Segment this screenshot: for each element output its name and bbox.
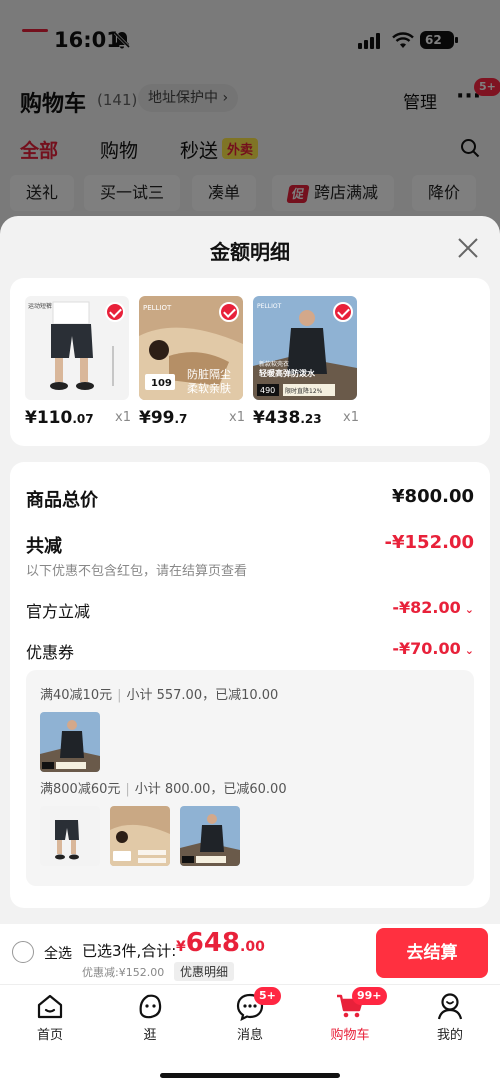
total-symbol: ¥ xyxy=(176,939,186,955)
price-int: ¥438 xyxy=(253,408,301,428)
coupon-breakdown: 满40减10元 | 小计 557.00，已减10.00 满800减60元 | 小计 80… xyxy=(26,670,474,886)
product-thumbnail-bedding: PELLIOT 109 防脏隔尘 柔软亲肤 xyxy=(139,296,243,400)
checkout-bar: 全选 已选3件,合计: ¥648.00 优惠减:¥152.00 优惠明细 去结算 xyxy=(0,924,500,984)
tabbar-label: 消息 xyxy=(236,1028,263,1043)
coupon-product-thumbnail-bedding xyxy=(110,806,170,866)
price-int: ¥110 xyxy=(25,408,73,428)
tabbar-messages[interactable]: 消息 5+ xyxy=(220,987,281,1043)
total-dec: .00 xyxy=(240,939,265,955)
product-price: ¥99.7 xyxy=(139,408,187,428)
price-dec: .7 xyxy=(174,412,188,426)
p2-promo: 109 xyxy=(151,378,172,389)
selected-check-icon xyxy=(333,302,353,322)
price-int: ¥99 xyxy=(139,408,175,428)
tabbar-browse[interactable]: 逛 xyxy=(120,991,180,1043)
tabbar-label: 购物车 xyxy=(330,1028,370,1043)
product-price: ¥438.23 xyxy=(253,408,322,428)
official-discount-row[interactable]: 官方立减 -¥82.00 ⌄ xyxy=(26,598,474,622)
official-discount-label: 官方立减 xyxy=(26,602,91,621)
goods-total-value: ¥800.00 xyxy=(392,486,474,507)
coupon-rule-text: 满40减10元 xyxy=(40,688,113,703)
product-quantity: x1 xyxy=(343,410,359,425)
product-thumbnail-shorts: 运动短裤 xyxy=(25,296,129,400)
reduction-hint: 以下优惠不包含红包，请在结算页查看 xyxy=(26,564,248,579)
product-thumbnail-jacket: PELLIOT 新款软壳衣 轻暖高弹防泼水 490 限时直降12% xyxy=(253,296,357,400)
p3-line2: 轻暖高弹防泼水 xyxy=(259,368,316,378)
tabbar-profile[interactable]: 我的 xyxy=(420,991,480,1043)
select-all-label[interactable]: 全选 xyxy=(44,943,72,963)
total-reduction-label: 共减 xyxy=(26,536,62,557)
goods-total-row: 商品总价 ¥800.00 xyxy=(26,486,474,512)
chevron-down-icon: ⌄ xyxy=(464,644,474,657)
tabbar-cart[interactable]: 购物车 99+ xyxy=(320,987,387,1043)
profile-icon xyxy=(437,993,463,1020)
p3-note: 限时直降12% xyxy=(285,387,323,395)
product-item[interactable]: PELLIOT 新款软壳衣 轻暖高弹防泼水 490 限时直降12% ¥438.2… xyxy=(253,296,368,428)
product-item[interactable]: 运动短裤 ¥110.07 x1 xyxy=(25,296,140,428)
coupon-product-thumbnail-jacket xyxy=(40,712,100,772)
p3-brand: PELLIOT xyxy=(257,303,282,310)
total-reduction-row: 共减 -¥152.00 xyxy=(26,532,474,558)
tabbar-label: 首页 xyxy=(36,1028,63,1043)
coupon-amount: -¥70.00 xyxy=(392,639,461,658)
p1-caption: 运动短裤 xyxy=(28,302,52,310)
coupon-label: 优惠券 xyxy=(26,643,75,662)
sheet-title: 金额明细 xyxy=(210,240,290,264)
selected-check-icon xyxy=(219,302,239,322)
official-discount-amount: -¥82.00 xyxy=(392,598,461,617)
chevron-down-icon: ⌄ xyxy=(464,603,474,616)
p2-brand: PELLIOT xyxy=(143,304,172,312)
home-icon xyxy=(37,994,63,1019)
close-icon[interactable] xyxy=(456,236,480,260)
coupon-row[interactable]: 优惠券 -¥70.00 ⌄ xyxy=(26,639,474,663)
p3-price: 490 xyxy=(260,386,275,395)
tabbar-home[interactable]: 首页 xyxy=(20,991,80,1043)
price-dec: .07 xyxy=(72,412,94,426)
p2-line2: 柔软亲肤 xyxy=(187,381,231,395)
discount-summary: 优惠减:¥152.00 xyxy=(82,966,165,979)
product-quantity: x1 xyxy=(229,410,245,425)
tabbar-label: 逛 xyxy=(143,1028,157,1043)
coupon-rule-detail: 小计 557.00，已减10.00 xyxy=(126,688,279,703)
messages-badge: 5+ xyxy=(254,987,281,1005)
total-price: ¥648.00 xyxy=(176,928,265,958)
checkout-button[interactable]: 去结算 xyxy=(376,928,488,978)
cart-badge: 99+ xyxy=(352,987,387,1005)
coupon-rule-text: 满800减60元 xyxy=(40,782,121,797)
amount-detail-sheet: 金额明细 运动短裤 ¥110.07 x1 PELLIOT 109 防脏隔尘 柔软… xyxy=(0,216,500,924)
coupon-rule-2: 满800减60元 | 小计 800.00，已减60.00 xyxy=(40,782,287,797)
bottom-tab-bar: 首页 逛 消息 5+ 购物车 99+ 我的 xyxy=(0,984,500,1087)
coupon-product-thumbnail-jacket xyxy=(180,806,240,866)
product-price: ¥110.07 xyxy=(25,408,94,428)
modal-overlay[interactable] xyxy=(0,0,500,240)
cart-page-background: 16:01 62 购物车 (141) 地址保护中 › 管理 ··· 5+ 全部 … xyxy=(0,0,500,240)
product-item[interactable]: PELLIOT 109 防脏隔尘 柔软亲肤 ¥99.7 x1 xyxy=(139,296,254,428)
discount-detail-button[interactable]: 优惠明细 xyxy=(174,962,235,981)
price-dec: .23 xyxy=(300,412,322,426)
price-summary-card: 商品总价 ¥800.00 共减 -¥152.00 以下优惠不包含红包，请在结算页… xyxy=(10,462,490,908)
product-quantity: x1 xyxy=(115,410,131,425)
p2-line1: 防脏隔尘 xyxy=(187,367,231,381)
coupon-rule-1: 满40减10元 | 小计 557.00，已减10.00 xyxy=(40,688,279,703)
goods-total-label: 商品总价 xyxy=(26,490,98,511)
selected-products-card: 运动短裤 ¥110.07 x1 PELLIOT 109 防脏隔尘 柔软亲肤 ¥9… xyxy=(10,278,490,446)
browse-icon xyxy=(139,994,162,1019)
home-indicator xyxy=(160,1073,340,1078)
total-reduction-value: -¥152.00 xyxy=(384,532,474,553)
coupon-product-thumbnail-shorts xyxy=(40,806,100,866)
selected-count-label: 已选3件,合计: xyxy=(82,942,177,960)
coupon-value: -¥70.00 ⌄ xyxy=(392,639,474,658)
total-int: 648 xyxy=(185,928,241,958)
tabbar-label: 我的 xyxy=(436,1028,463,1043)
official-discount-value: -¥82.00 ⌄ xyxy=(392,598,474,617)
coupon-rule-detail: 小计 800.00，已减60.00 xyxy=(134,782,287,797)
p3-line1: 新款软壳衣 xyxy=(259,360,289,368)
selected-check-icon xyxy=(105,302,125,322)
select-all-radio[interactable] xyxy=(12,941,34,963)
